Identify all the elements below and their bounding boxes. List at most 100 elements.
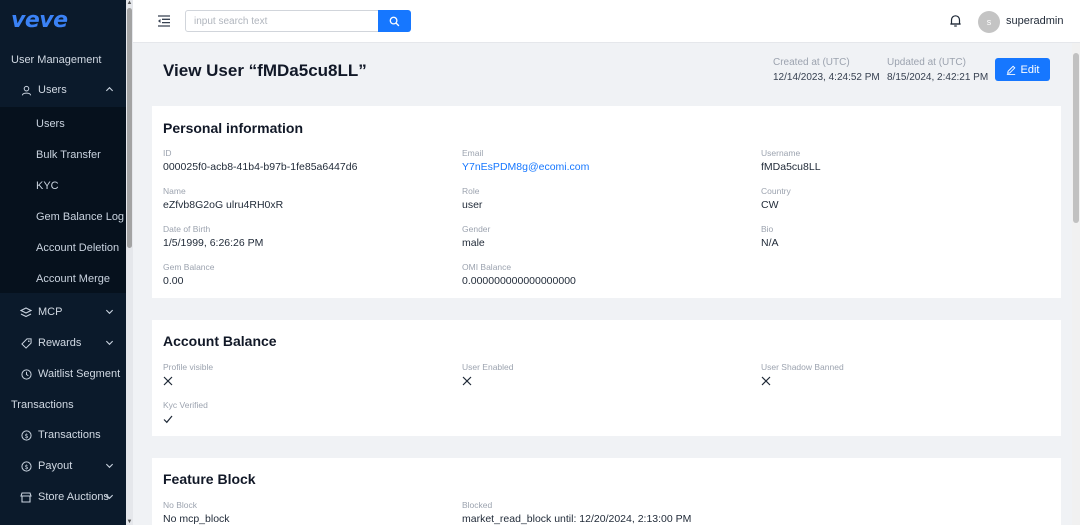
sidebar-subitem-gem-balance-log[interactable]: Gem Balance Log xyxy=(0,202,126,232)
field-omi-label: OMI Balance xyxy=(462,262,512,272)
search-icon xyxy=(389,16,400,26)
field-role-label: Role xyxy=(462,186,480,196)
sidebar-item-mcp-label: MCP xyxy=(38,306,63,318)
edit-button-label: Edit xyxy=(1020,63,1040,76)
field-role: Role user xyxy=(462,186,482,211)
field-kyc-label: Kyc Verified xyxy=(163,400,208,410)
payout-icon: $ xyxy=(20,460,32,472)
field-dob-label: Date of Birth xyxy=(163,224,211,234)
field-name-label: Name xyxy=(163,186,186,196)
sidebar-subitem-bulk-transfer[interactable]: Bulk Transfer xyxy=(0,140,126,170)
sidebar-item-users[interactable]: Users xyxy=(0,75,126,105)
menu-fold-icon[interactable] xyxy=(157,14,171,28)
close-icon xyxy=(163,376,173,386)
search-button[interactable] xyxy=(378,10,411,32)
updated-at-value: 8/15/2024, 2:42:21 PM xyxy=(887,72,989,83)
updated-at-label: Updated at (UTC) xyxy=(887,57,966,68)
sidebar-item-rewards[interactable]: Rewards xyxy=(0,328,126,358)
page-scrollbar[interactable] xyxy=(1072,43,1080,525)
chevron-down-icon xyxy=(105,340,114,346)
tag-icon xyxy=(20,337,32,349)
sidebar-item-waitlist-label: Waitlist Segment xyxy=(38,368,121,380)
sidebar-item-waitlist-segment[interactable]: Waitlist Segment xyxy=(0,359,126,389)
field-user-enabled: User Enabled xyxy=(462,362,514,386)
field-bio-value: N/A xyxy=(761,237,779,249)
chevron-down-icon xyxy=(105,494,114,500)
sidebar: veve User Management Users Users Bulk Tr… xyxy=(0,0,133,525)
section-transactions: Transactions xyxy=(11,399,74,411)
sidebar-item-users-label: Users xyxy=(38,84,67,96)
field-omi-value: 0.000000000000000000 xyxy=(462,275,576,287)
field-blocked-label: Blocked xyxy=(462,500,493,510)
field-shadow-banned-label: User Shadow Banned xyxy=(761,362,844,372)
sidebar-subitem-kyc[interactable]: KYC xyxy=(0,171,126,201)
account-balance-card: Account Balance Profile visible User Ena… xyxy=(152,320,1061,436)
page-scroll-thumb[interactable] xyxy=(1073,53,1079,223)
edit-icon xyxy=(1006,65,1015,75)
field-username: Username fMDa5cu8LL xyxy=(761,148,821,173)
scroll-down-icon[interactable]: ▼ xyxy=(126,519,133,525)
sidebar-item-store-auctions[interactable]: Store Auctions xyxy=(0,482,126,512)
field-bio: Bio N/A xyxy=(761,224,779,249)
sidebar-item-payout[interactable]: $ Payout xyxy=(0,451,126,481)
sidebar-item-mcp[interactable]: MCP xyxy=(0,297,126,327)
close-icon xyxy=(761,376,771,386)
field-email-link[interactable]: Y7nEsPDM8g@ecomi.com xyxy=(462,161,589,173)
field-country: Country CW xyxy=(761,186,791,211)
svg-text:$: $ xyxy=(24,462,28,470)
field-username-label: Username xyxy=(761,148,801,158)
field-kyc-verified: Kyc Verified xyxy=(163,400,208,424)
personal-information-card: Personal information ID 000025f0-acb8-41… xyxy=(152,106,1061,298)
field-date-of-birth: Date of Birth 1/5/1999, 6:26:26 PM xyxy=(163,224,263,249)
scroll-up-icon[interactable]: ▲ xyxy=(126,0,133,6)
field-name: Name eZfvb8G2oG ulru4RH0xR xyxy=(163,186,283,211)
clock-icon xyxy=(20,368,32,380)
section-user-management: User Management xyxy=(11,54,102,66)
chevron-down-icon xyxy=(105,309,114,315)
field-country-value: CW xyxy=(761,199,779,211)
bell-icon[interactable] xyxy=(949,14,962,28)
field-gem-label: Gem Balance xyxy=(163,262,215,272)
created-at-label: Created at (UTC) xyxy=(773,57,850,68)
field-user-enabled-label: User Enabled xyxy=(462,362,514,372)
field-omi-balance: OMI Balance 0.000000000000000000 xyxy=(462,262,576,287)
field-profile-visible-label: Profile visible xyxy=(163,362,214,372)
sidebar-scrollbar[interactable]: ▲ ▼ xyxy=(126,0,133,525)
field-gender: Gender male xyxy=(462,224,490,249)
sidebar-subitem-account-merge[interactable]: Account Merge xyxy=(0,264,126,294)
search-input[interactable] xyxy=(185,10,379,32)
sidebar-scroll-thumb[interactable] xyxy=(127,8,132,248)
field-id-label: ID xyxy=(163,148,172,158)
sidebar-item-transactions[interactable]: $ Transactions xyxy=(0,420,126,450)
sidebar-item-payout-label: Payout xyxy=(38,460,73,472)
edit-button[interactable]: Edit xyxy=(995,58,1050,81)
sidebar-subitem-users[interactable]: Users xyxy=(0,109,126,139)
dollar-circle-icon: $ xyxy=(20,429,32,441)
field-no-block-value: No mcp_block xyxy=(163,513,230,525)
field-bio-label: Bio xyxy=(761,224,774,234)
account-balance-title: Account Balance xyxy=(163,333,277,349)
field-id: ID 000025f0-acb8-41b4-b97b-1fe85a6447d6 xyxy=(163,148,357,173)
username-label[interactable]: superadmin xyxy=(1006,15,1063,27)
user-icon xyxy=(20,84,32,96)
field-dob-value: 1/5/1999, 6:26:26 PM xyxy=(163,237,264,249)
field-id-value: 000025f0-acb8-41b4-b97b-1fe85a6447d6 xyxy=(163,161,358,173)
created-at-value: 12/14/2023, 4:24:52 PM xyxy=(773,72,880,83)
field-email-label: Email xyxy=(462,148,484,158)
veve-logo[interactable]: veve xyxy=(11,8,68,33)
personal-information-title: Personal information xyxy=(163,120,304,136)
field-no-block-label: No Block xyxy=(163,500,198,510)
feature-block-title: Feature Block xyxy=(163,471,256,487)
svg-text:$: $ xyxy=(24,431,28,439)
avatar[interactable]: s xyxy=(978,11,1000,33)
sidebar-subitem-account-deletion[interactable]: Account Deletion xyxy=(0,233,126,263)
field-email: Email Y7nEsPDM8g@ecomi.com xyxy=(462,148,589,173)
shop-icon xyxy=(20,491,32,503)
page-title: View User “fMDa5cu8LL” xyxy=(163,61,367,80)
chevron-down-icon xyxy=(105,463,114,469)
field-gem-value: 0.00 xyxy=(163,275,184,287)
field-role-value: user xyxy=(462,199,483,211)
field-blocked: Blocked market_read_block until: 12/20/2… xyxy=(462,500,691,525)
chevron-up-icon xyxy=(105,86,114,92)
topbar: s superadmin xyxy=(133,0,1080,43)
